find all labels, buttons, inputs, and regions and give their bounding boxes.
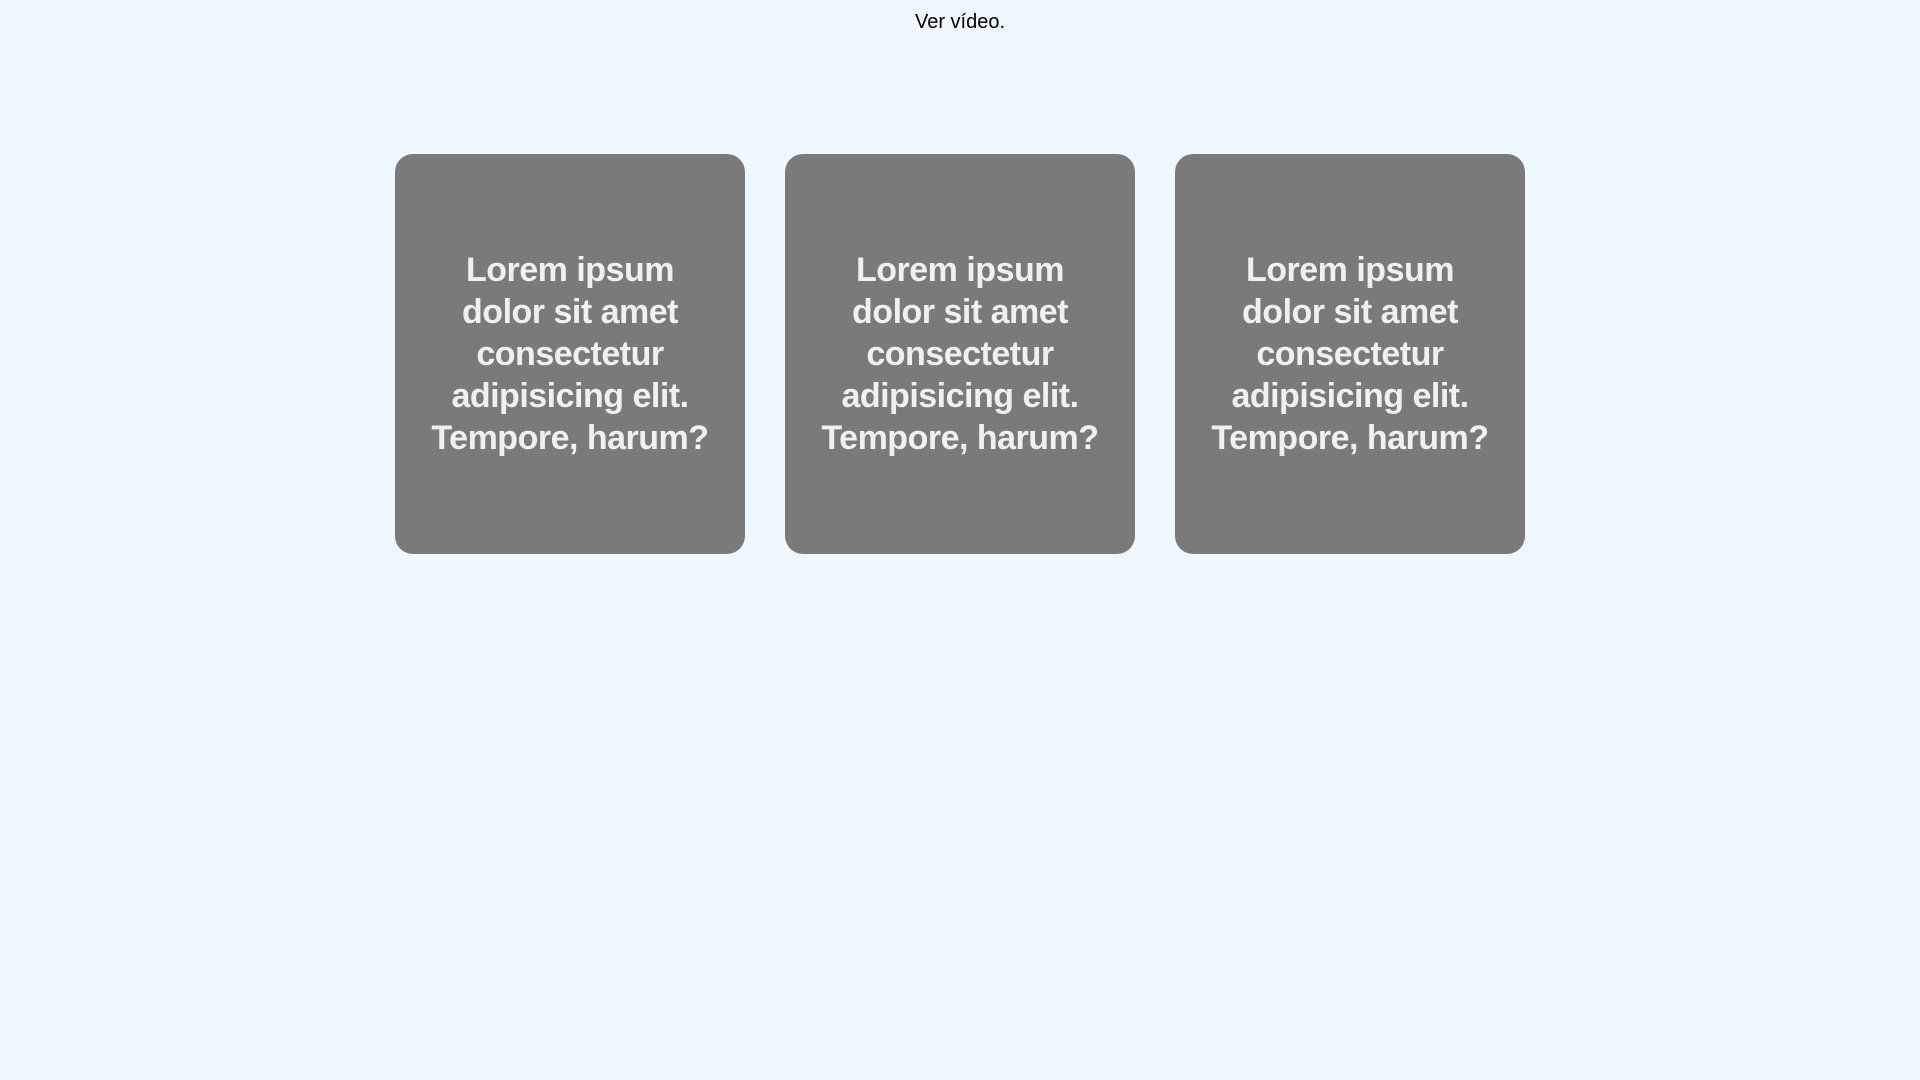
page: Ver vídeo. Lorem ipsum dolor sit amet co… bbox=[0, 0, 1920, 1080]
card-3[interactable]: Lorem ipsum dolor sit amet consectetur a… bbox=[1175, 154, 1525, 554]
card-row: Lorem ipsum dolor sit amet consectetur a… bbox=[395, 154, 1525, 554]
card-1-text: Lorem ipsum dolor sit amet consectetur a… bbox=[431, 251, 709, 457]
card-2[interactable]: Lorem ipsum dolor sit amet consectetur a… bbox=[785, 154, 1135, 554]
ver-video-link[interactable]: Ver vídeo. bbox=[915, 9, 1005, 35]
card-1[interactable]: Lorem ipsum dolor sit amet consectetur a… bbox=[395, 154, 745, 554]
card-3-text: Lorem ipsum dolor sit amet consectetur a… bbox=[1211, 251, 1489, 457]
card-2-text: Lorem ipsum dolor sit amet consectetur a… bbox=[821, 251, 1099, 457]
